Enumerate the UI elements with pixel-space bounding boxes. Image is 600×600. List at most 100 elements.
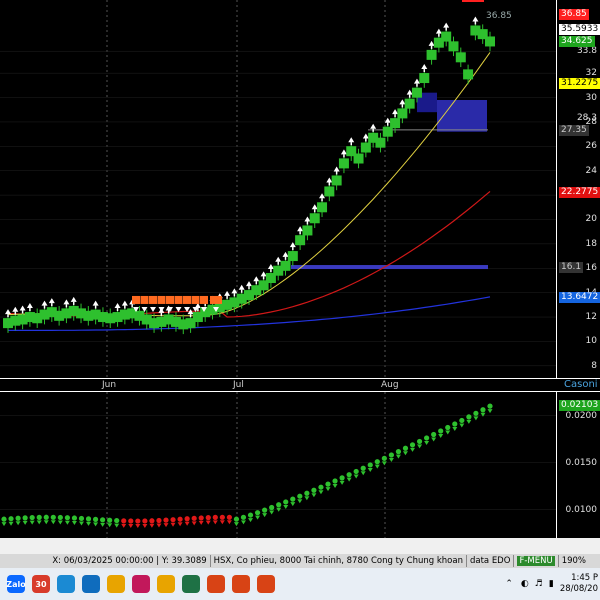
buy-arrow-icon — [12, 306, 19, 312]
indicator-point — [92, 516, 99, 522]
indicator-arrow-icon — [219, 520, 225, 525]
indicator-arrow-icon — [438, 434, 444, 439]
candle-body — [382, 126, 393, 137]
clock-time: 1:45 P — [571, 573, 598, 583]
indicator-point — [402, 445, 409, 451]
buy-arrow-icon — [48, 298, 55, 304]
taskbar-clock[interactable]: 1:45 P 28/08/20 — [560, 573, 598, 595]
indicator-point — [431, 431, 437, 438]
indicator-point — [107, 517, 113, 523]
chrome2-icon[interactable] — [157, 575, 175, 593]
high-price-label: 36.85 — [486, 11, 512, 21]
indicator-pane[interactable] — [0, 392, 556, 538]
wifi-icon[interactable]: ◐ — [521, 579, 529, 589]
indicator-tick: 0.0200 — [565, 410, 598, 421]
sell-signal-box — [210, 295, 222, 304]
buy-arrow-icon — [333, 166, 340, 172]
indicator-arrow-icon — [417, 444, 423, 449]
indicator-point — [466, 414, 472, 420]
indicator-arrow-icon — [332, 484, 338, 489]
amibroker-icon[interactable] — [207, 575, 225, 593]
status-bar: X: 06/03/2025 00:00:00 | Y: 39.3089 HSX,… — [0, 554, 600, 568]
price-tag: 16.1 — [559, 262, 584, 274]
indicator-arrow-icon — [339, 480, 345, 485]
buy-arrow-icon — [304, 216, 311, 222]
indicator-arrow-icon — [128, 524, 134, 529]
buy-arrow-icon — [253, 276, 260, 282]
battery-icon[interactable]: ▮ — [549, 579, 554, 589]
indicator-arrow-icon — [360, 471, 366, 476]
indicator-arrow-icon — [93, 522, 99, 527]
indicator-arrow-icon — [381, 461, 387, 466]
pointer-app-icon[interactable] — [132, 575, 150, 593]
indicator-point — [445, 424, 451, 431]
buy-arrow-icon — [246, 281, 252, 287]
indicator-point — [57, 514, 63, 521]
indicator-arrow-icon — [177, 522, 183, 527]
indicator-point — [424, 435, 430, 441]
indicator-arrow-icon — [121, 523, 127, 528]
chevron-up-icon[interactable]: ⌃ — [505, 579, 513, 589]
edge-icon[interactable] — [57, 575, 75, 593]
amibroker2-icon[interactable] — [232, 575, 250, 593]
price-axis[interactable]: 33.8323028.328262422201816141210836.8535… — [556, 0, 600, 378]
indicator-arrow-icon — [388, 458, 394, 463]
buy-arrow-icon — [392, 109, 399, 115]
excel-icon[interactable] — [182, 575, 200, 593]
time-axis: Jun Jul Aug Casoni — [0, 378, 600, 392]
buy-arrow-icon — [406, 89, 413, 95]
sell-signal-box — [166, 295, 174, 304]
candle-body — [455, 52, 466, 63]
price-chart-pane[interactable]: 36.85 — [0, 0, 556, 378]
indicator-arrow-icon — [198, 520, 204, 525]
price-tick: 33.8 — [576, 46, 597, 57]
candle-body — [280, 260, 291, 271]
sell-arrow-icon — [150, 306, 156, 312]
sell-signal-box — [183, 295, 191, 304]
data-source: data EDO — [469, 556, 511, 566]
buy-arrow-icon — [443, 22, 450, 28]
buy-arrow-icon — [289, 242, 296, 248]
indicator-arrow-icon — [29, 520, 35, 525]
indicator-chart[interactable] — [0, 392, 556, 538]
calendar-icon[interactable]: 30 — [32, 575, 50, 593]
price-tag: 22.2775 — [559, 186, 600, 198]
buy-arrow-icon — [121, 300, 128, 306]
amibroker3-icon[interactable] — [257, 575, 275, 593]
volume-icon[interactable]: ♬ — [535, 579, 543, 589]
indicator-arrow-icon — [311, 493, 317, 498]
buy-arrow-icon — [421, 64, 428, 70]
chart-bottom-margin — [0, 538, 600, 554]
indicator-point — [128, 518, 134, 524]
candle-body — [448, 41, 459, 52]
candle-body — [338, 158, 349, 169]
indicator-point — [156, 517, 162, 524]
sell-signal-box — [132, 295, 140, 304]
price-tag: 13.6472 — [559, 291, 600, 303]
indicator-point — [381, 455, 387, 461]
f-menu-button[interactable]: F-MENU — [517, 556, 555, 566]
candle-body — [404, 98, 415, 109]
indicator-point — [367, 462, 373, 468]
indicator-axis[interactable]: 0.0200 0.0150 0.0100 0.02103 — [556, 392, 600, 538]
time-label-jun: Jun — [102, 380, 117, 390]
candle-body — [375, 137, 386, 148]
indicator-point — [205, 515, 211, 521]
zalo-icon[interactable]: Zalo — [6, 575, 26, 593]
indicator-arrow-icon — [445, 430, 451, 435]
price-chart[interactable]: 36.85 — [0, 0, 556, 378]
photos-icon[interactable] — [82, 575, 100, 593]
indicator-arrow-icon — [452, 426, 458, 431]
buy-arrow-icon — [384, 117, 391, 123]
buy-arrow-icon — [63, 299, 70, 305]
indicator-arrow-icon — [170, 522, 176, 527]
indicator-arrow-icon — [135, 524, 141, 529]
indicator-arrow-icon — [269, 510, 275, 515]
price-tick: 30 — [585, 92, 597, 103]
indicator-point — [339, 475, 345, 481]
indicator-point — [332, 478, 338, 484]
sell-signal-box — [174, 295, 183, 304]
buy-arrow-icon — [224, 290, 231, 296]
chrome-icon[interactable] — [107, 575, 125, 593]
indicator-point — [247, 512, 254, 518]
